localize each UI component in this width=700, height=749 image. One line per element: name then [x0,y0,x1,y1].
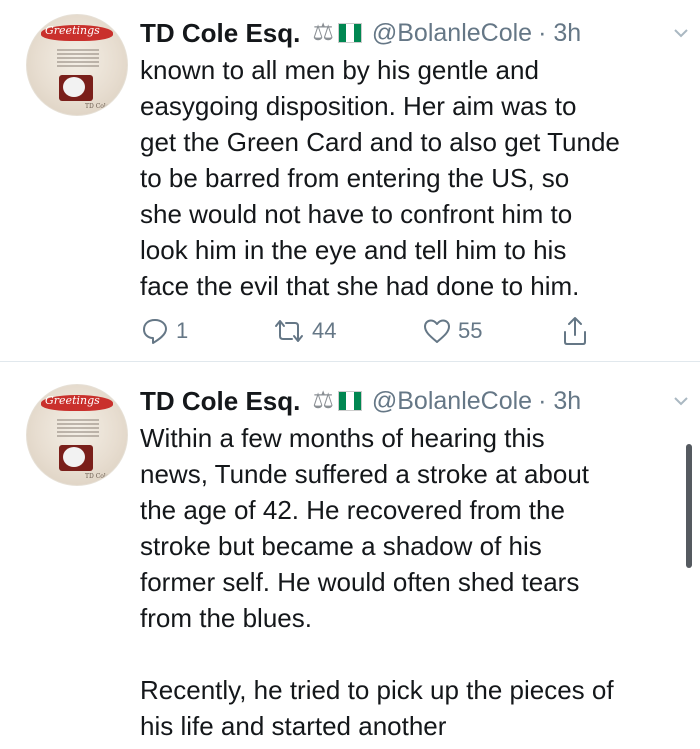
author-handle[interactable]: @BolanleCole [372,387,532,416]
reply-count: 1 [176,318,189,343]
nigeria-flag-icon [337,391,362,411]
tweet-text-line: from the blues. [140,603,312,633]
avatar-card-text [57,417,99,439]
tweet-time[interactable]: · 3h [538,387,581,416]
tweet-text-line: get the Green Card and to also get Tunde [140,127,620,157]
retweet-count: 44 [312,318,337,343]
chevron-down-icon[interactable] [672,24,690,42]
avatar-signature: TD Cole Esq [85,473,123,480]
tweet-actions: 1 44 55 [140,314,610,348]
tweet-header: TD Cole Esq. ⚖ @BolanleCole · 3h [140,384,581,418]
tweet-feed: Greetings TD Cole Esq TD Cole Esq. ⚖ @Bo… [0,0,700,749]
tweet-text-line: Recently, he tried to pick up the pieces… [140,675,614,705]
share-button[interactable] [560,314,590,348]
reply-icon [143,319,167,344]
tweet-text-line: face the evil that she had done to him. [140,271,580,301]
avatar-card-text [57,47,99,69]
avatar-greeting-text: Greetings [45,394,100,407]
like-button[interactable]: 55 [422,314,482,348]
scrollbar-thumb[interactable] [686,444,692,568]
tweet-text-line: stroke but became a shadow of his [140,531,542,561]
tweet-text-line: to be barred from entering the US, so [140,163,570,193]
avatar-photo [59,445,93,471]
nigeria-flag-icon [337,23,362,43]
tweet-text-line: Within a few months of hearing this [140,423,545,453]
reply-button[interactable]: 1 [140,314,188,348]
author-name[interactable]: TD Cole Esq. [140,18,300,49]
tweet-text-line: easygoing disposition. Her aim was to [140,91,577,121]
like-count: 55 [458,318,483,343]
retweet-icon [275,320,303,342]
tweet-header: TD Cole Esq. ⚖ @BolanleCole · 3h [140,16,581,50]
tweet-time[interactable]: · 3h [538,19,581,48]
tweet-text: known to all men by his gentle and easyg… [140,52,690,304]
tweet-text-line: she would not have to confront him to [140,199,573,229]
avatar[interactable]: Greetings TD Cole Esq [26,384,128,486]
avatar-greeting-text: Greetings [45,24,100,37]
scales-icon: ⚖ [312,387,334,414]
author-name[interactable]: TD Cole Esq. [140,386,300,417]
avatar-photo [59,75,93,101]
avatar-signature: TD Cole Esq [85,103,123,110]
tweet[interactable]: Greetings TD Cole Esq TD Cole Esq. ⚖ @Bo… [0,362,700,749]
tweet-text-line: news, Tunde suffered a stroke at about [140,459,590,489]
avatar[interactable]: Greetings TD Cole Esq [26,14,128,116]
tweet[interactable]: Greetings TD Cole Esq TD Cole Esq. ⚖ @Bo… [0,0,700,362]
share-icon [564,317,586,345]
like-icon [424,319,450,343]
scales-icon: ⚖ [312,19,334,46]
retweet-button[interactable]: 44 [272,314,336,348]
author-handle[interactable]: @BolanleCole [372,19,532,48]
tweet-text-line: former self. He would often shed tears [140,567,580,597]
tweet-text-line: known to all men by his gentle and [140,55,539,85]
tweet-text: Within a few months of hearing this news… [140,420,690,744]
tweet-text-line: look him in the eye and tell him to his [140,235,567,265]
tweet-text-line: his life and started another [140,711,447,741]
tweet-text-line: the age of 42. He recovered from the [140,495,565,525]
chevron-down-icon[interactable] [672,392,690,410]
